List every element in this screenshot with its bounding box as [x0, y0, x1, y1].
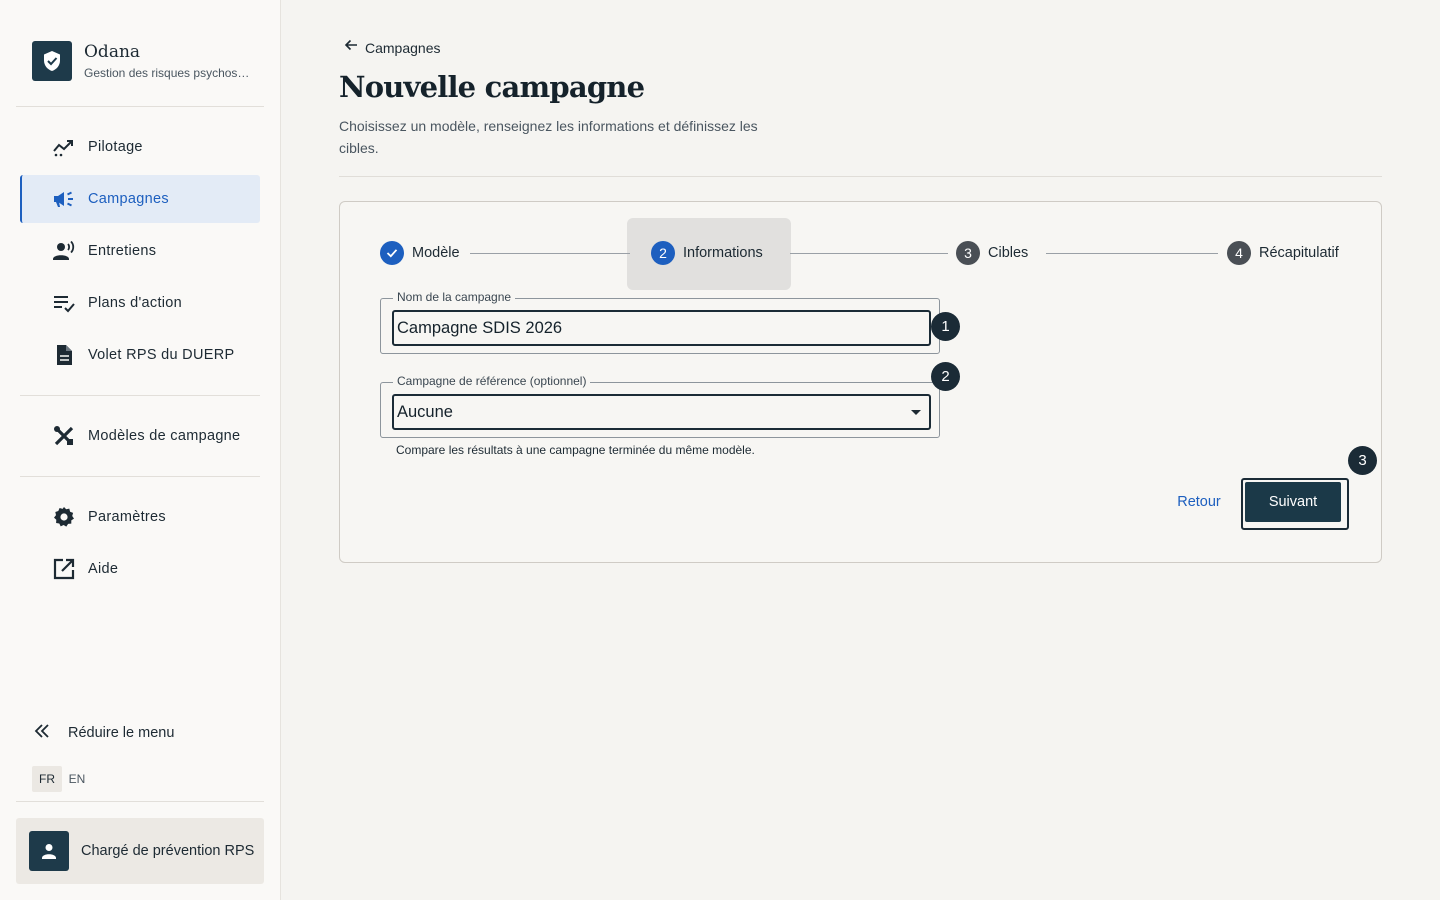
- double-chevron-left-icon: [32, 721, 52, 746]
- annotation-badge: 3: [1348, 446, 1377, 475]
- divider: [16, 106, 264, 107]
- step-label: Récapitulatif: [1259, 245, 1339, 261]
- back-link-label: Campagnes: [365, 39, 441, 56]
- step-number: 3: [956, 241, 980, 265]
- sidebar-item-modeles[interactable]: Modèles de campagne: [20, 412, 260, 460]
- sidebar-item-label: Aide: [88, 561, 119, 577]
- step-informations[interactable]: 2 Informations: [651, 241, 763, 265]
- step-number: 4: [1227, 241, 1251, 265]
- document-icon: [52, 343, 76, 367]
- divider: [20, 395, 260, 396]
- sidebar: Odana Gestion des risques psychos… Pilot…: [0, 0, 281, 900]
- person-voice-icon: [52, 239, 76, 263]
- language-en[interactable]: EN: [62, 766, 92, 792]
- annotation-badge: 2: [931, 362, 960, 391]
- step-label: Cibles: [988, 245, 1029, 261]
- stepper-connector: [790, 253, 948, 254]
- divider: [20, 476, 260, 477]
- sidebar-item-entretiens[interactable]: Entretiens: [20, 227, 260, 275]
- sidebar-item-plans-action[interactable]: Plans d'action: [20, 279, 260, 327]
- step-recapitulatif[interactable]: 4 Récapitulatif: [1227, 241, 1339, 265]
- megaphone-icon: [52, 187, 76, 211]
- reference-campaign-fieldset: Campagne de référence (optionnel) Aucune: [380, 374, 940, 438]
- step-number: 2: [651, 241, 675, 265]
- sidebar-item-campagnes[interactable]: Campagnes: [20, 175, 260, 223]
- back-link[interactable]: Campagnes: [343, 37, 441, 58]
- stepper-connector: [1046, 253, 1218, 254]
- sidebar-item-label: Pilotage: [88, 139, 143, 155]
- design-tools-icon: [52, 424, 76, 448]
- campaign-name-label: Nom de la campagne: [393, 290, 516, 304]
- external-link-icon: [52, 557, 76, 581]
- language-switcher: FR EN: [32, 766, 92, 792]
- brand-subtitle: Gestion des risques psychos…: [84, 66, 250, 80]
- caret-down-icon: [911, 410, 921, 415]
- brand[interactable]: Odana Gestion des risques psychos…: [32, 41, 249, 81]
- campaign-name-input[interactable]: Campagne SDIS 2026: [392, 310, 931, 346]
- sidebar-item-label: Plans d'action: [88, 295, 183, 311]
- campaign-name-fieldset: Nom de la campagne Campagne SDIS 2026: [380, 290, 940, 354]
- annotation-badge: 1: [931, 312, 960, 341]
- step-label: Informations: [683, 245, 763, 261]
- sidebar-item-pilotage[interactable]: Pilotage: [20, 123, 260, 171]
- sidebar-item-label: Modèles de campagne: [88, 428, 241, 444]
- check-icon: [380, 241, 404, 265]
- divider: [339, 176, 1382, 177]
- sidebar-item-label: Volet RPS du DUERP: [88, 347, 235, 363]
- stepper-connector: [470, 253, 630, 254]
- language-fr[interactable]: FR: [32, 766, 62, 792]
- retour-button[interactable]: Retour: [1170, 490, 1228, 514]
- reference-campaign-select[interactable]: Aucune: [392, 394, 931, 430]
- step-label: Modèle: [412, 245, 460, 261]
- sidebar-item-label: Entretiens: [88, 243, 157, 259]
- reference-campaign-value: Aucune: [397, 402, 453, 421]
- trending-chart-icon: [52, 135, 76, 159]
- person-icon: [42, 844, 56, 859]
- suivant-button[interactable]: Suivant: [1245, 482, 1341, 522]
- page-subtitle: Choisissez un modèle, renseignez les inf…: [339, 118, 758, 156]
- sidebar-item-volet-rps[interactable]: Volet RPS du DUERP: [20, 331, 260, 379]
- page-title: Nouvelle campagne: [339, 70, 645, 104]
- reference-campaign-label: Campagne de référence (optionnel): [393, 374, 591, 388]
- checklist-icon: [52, 291, 76, 315]
- step-modele[interactable]: Modèle: [380, 241, 460, 265]
- arrow-left-icon: [343, 37, 359, 58]
- user-role: Chargé de prévention RPS: [81, 843, 255, 859]
- step-cibles[interactable]: 3 Cibles: [956, 241, 1028, 265]
- user-menu[interactable]: Chargé de prévention RPS: [16, 818, 264, 884]
- gear-icon: [52, 505, 76, 529]
- sidebar-item-label: Paramètres: [88, 509, 166, 525]
- divider: [16, 801, 264, 802]
- collapse-menu-button[interactable]: Réduire le menu: [32, 720, 174, 746]
- sidebar-item-parametres[interactable]: Paramètres: [20, 493, 260, 541]
- sidebar-item-aide[interactable]: Aide: [20, 545, 260, 593]
- collapse-menu-label: Réduire le menu: [68, 725, 175, 741]
- brand-name: Odana: [84, 42, 141, 62]
- shield-check-icon: [32, 41, 72, 81]
- sidebar-item-label: Campagnes: [88, 191, 169, 207]
- reference-campaign-helper: Compare les résultats à une campagne ter…: [396, 443, 755, 457]
- avatar: [29, 831, 69, 871]
